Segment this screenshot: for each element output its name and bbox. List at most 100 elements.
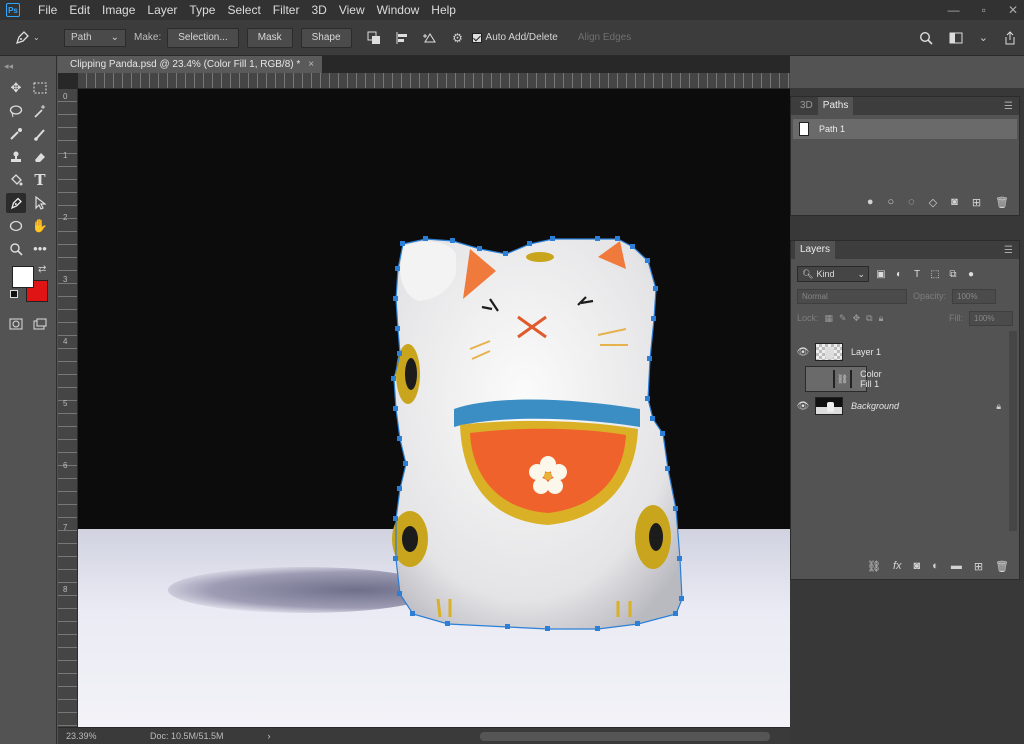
blend-mode-select[interactable]: Normal [797, 288, 907, 304]
more-tools-icon[interactable]: ••• [30, 239, 50, 259]
link-layers-icon[interactable]: ⛓ [867, 560, 881, 573]
move-tool-icon[interactable]: ✥ [6, 78, 26, 98]
marquee-tool-icon[interactable] [30, 78, 50, 98]
eye-icon[interactable]: 👁︎ [795, 347, 811, 358]
group-icon[interactable]: ▬ [951, 560, 962, 573]
hand-tool-icon[interactable]: ✋ [30, 216, 50, 236]
workspace-icon[interactable] [949, 32, 963, 44]
menu-select[interactable]: Select [221, 0, 266, 20]
swap-colors-icon[interactable]: ⇄ [38, 264, 46, 275]
layer-filter-select[interactable]: 🔍︎ Kind ⌄ [797, 266, 869, 282]
tab-3d[interactable]: 3D [795, 97, 818, 115]
menu-window[interactable]: Window [371, 0, 426, 20]
chevron-down-icon[interactable]: ⌄ [979, 31, 988, 44]
filter-adjustment-icon[interactable]: ◐ [893, 268, 905, 280]
default-colors-icon[interactable] [10, 290, 18, 298]
magic-wand-icon[interactable] [30, 101, 50, 121]
menu-edit[interactable]: Edit [63, 0, 96, 20]
layer-row[interactable]: 👁︎ Background 🔒︎ [791, 393, 1009, 419]
foreground-color-swatch[interactable] [12, 266, 34, 288]
tab-layers[interactable]: Layers [795, 241, 836, 259]
make-shape-button[interactable]: Shape [300, 27, 352, 48]
lock-transparent-icon[interactable]: ▦ [825, 313, 834, 324]
lock-position-icon[interactable]: ✥ [853, 313, 861, 324]
minimize-button[interactable]: — [948, 3, 960, 17]
menu-view[interactable]: View [333, 0, 371, 20]
lock-artboard-icon[interactable]: ⧉ [866, 313, 872, 324]
type-tool-icon[interactable]: T [30, 170, 50, 190]
path-alignment-icon[interactable] [394, 30, 410, 46]
tab-paths[interactable]: Paths [817, 97, 854, 115]
fill-color-thumbnail[interactable] [832, 370, 835, 388]
pen-tool-icon[interactable] [6, 192, 26, 213]
close-tab-icon[interactable]: × [308, 56, 314, 73]
add-mask-icon[interactable]: ◙ [914, 560, 921, 573]
panel-menu-icon[interactable]: ☰ [1004, 245, 1013, 256]
trash-icon[interactable]: 🗑 [995, 560, 1009, 573]
make-mask-button[interactable]: Mask [246, 27, 293, 48]
filter-shape-icon[interactable]: ⬚ [929, 268, 941, 280]
screen-mode-icon[interactable] [30, 314, 50, 334]
eyedropper-icon[interactable] [6, 124, 26, 144]
layer-row[interactable]: 👁︎ ⛓ Color Fill 1 [805, 366, 882, 392]
eraser-icon[interactable] [30, 147, 50, 167]
auto-add-delete-checkbox[interactable] [471, 32, 482, 43]
brush-icon[interactable] [30, 124, 50, 144]
horizontal-scrollbar[interactable] [480, 732, 770, 741]
zoom-tool-icon[interactable] [6, 239, 26, 259]
gear-icon[interactable]: ⚙ [450, 30, 466, 46]
lock-all-icon[interactable]: 🔒︎ [879, 313, 884, 324]
layers-scrollbar[interactable] [1009, 331, 1017, 531]
menu-file[interactable]: File [32, 0, 63, 20]
link-icon[interactable]: ⛓ [837, 374, 848, 385]
zoom-level[interactable]: 23.39% [66, 731, 126, 741]
make-work-path-icon[interactable]: ◇ [929, 196, 937, 209]
close-button[interactable]: ✕ [1008, 3, 1018, 17]
fill-input[interactable]: 100% [969, 310, 1013, 326]
layer-mask-thumbnail[interactable] [850, 370, 853, 388]
new-path-icon[interactable]: ⊞ [972, 196, 981, 209]
new-layer-icon[interactable]: ⊞ [974, 560, 983, 573]
menu-3d[interactable]: 3D [305, 0, 332, 20]
menu-image[interactable]: Image [96, 0, 141, 20]
stroke-path-icon[interactable]: ○ [887, 196, 894, 209]
filter-smart-icon[interactable]: ⧉ [947, 268, 959, 280]
filter-image-icon[interactable]: ▣ [875, 268, 887, 280]
menu-help[interactable]: Help [425, 0, 462, 20]
stamp-icon[interactable] [6, 147, 26, 167]
adjustment-layer-icon[interactable]: ◐ [932, 560, 939, 573]
document-tab[interactable]: Clipping Panda.psd @ 23.4% (Color Fill 1… [58, 56, 323, 73]
panel-menu-icon[interactable]: ☰ [1004, 101, 1013, 112]
ellipse-tool-icon[interactable] [6, 216, 26, 236]
chevron-right-icon[interactable]: › [268, 731, 271, 741]
filter-type-icon[interactable]: T [911, 268, 923, 280]
filter-toggle-icon[interactable]: ● [965, 268, 977, 280]
menu-filter[interactable]: Filter [267, 0, 306, 20]
quick-mask-icon[interactable] [6, 314, 26, 334]
lock-pixels-icon[interactable]: ✎ [839, 313, 847, 324]
collapse-icon[interactable]: ◂◂ [0, 56, 56, 76]
share-icon[interactable] [1004, 30, 1016, 45]
lasso-tool-icon[interactable] [6, 101, 26, 121]
doc-size-info[interactable]: Doc: 10.5M/51.5M [150, 731, 224, 741]
fill-path-icon[interactable]: ● [867, 196, 874, 209]
canvas[interactable] [78, 89, 790, 734]
paint-bucket-icon[interactable] [6, 170, 26, 190]
layer-row[interactable]: 👁︎ Layer 1 [791, 339, 1009, 365]
add-mask-icon[interactable]: ◙ [951, 196, 958, 209]
make-selection-button[interactable]: Selection... [167, 27, 239, 48]
path-arrangement-icon[interactable] [422, 30, 438, 46]
eye-icon[interactable]: 👁︎ [795, 401, 811, 412]
load-selection-icon[interactable]: ◌ [908, 196, 915, 209]
path-selection-icon[interactable] [30, 193, 50, 213]
path-operations-icon[interactable] [366, 30, 382, 46]
path-item[interactable]: Path 1 [793, 119, 1017, 139]
pen-mode-select[interactable]: Path ⌄ [64, 28, 126, 47]
opacity-input[interactable]: 100% [952, 288, 997, 304]
menu-type[interactable]: Type [183, 0, 221, 20]
search-icon[interactable] [919, 31, 933, 45]
restore-button[interactable]: ▫ [982, 3, 986, 17]
menu-layer[interactable]: Layer [141, 0, 183, 20]
fx-icon[interactable]: fx [893, 560, 902, 573]
tool-preset-picker[interactable]: ⌄ [14, 30, 50, 46]
